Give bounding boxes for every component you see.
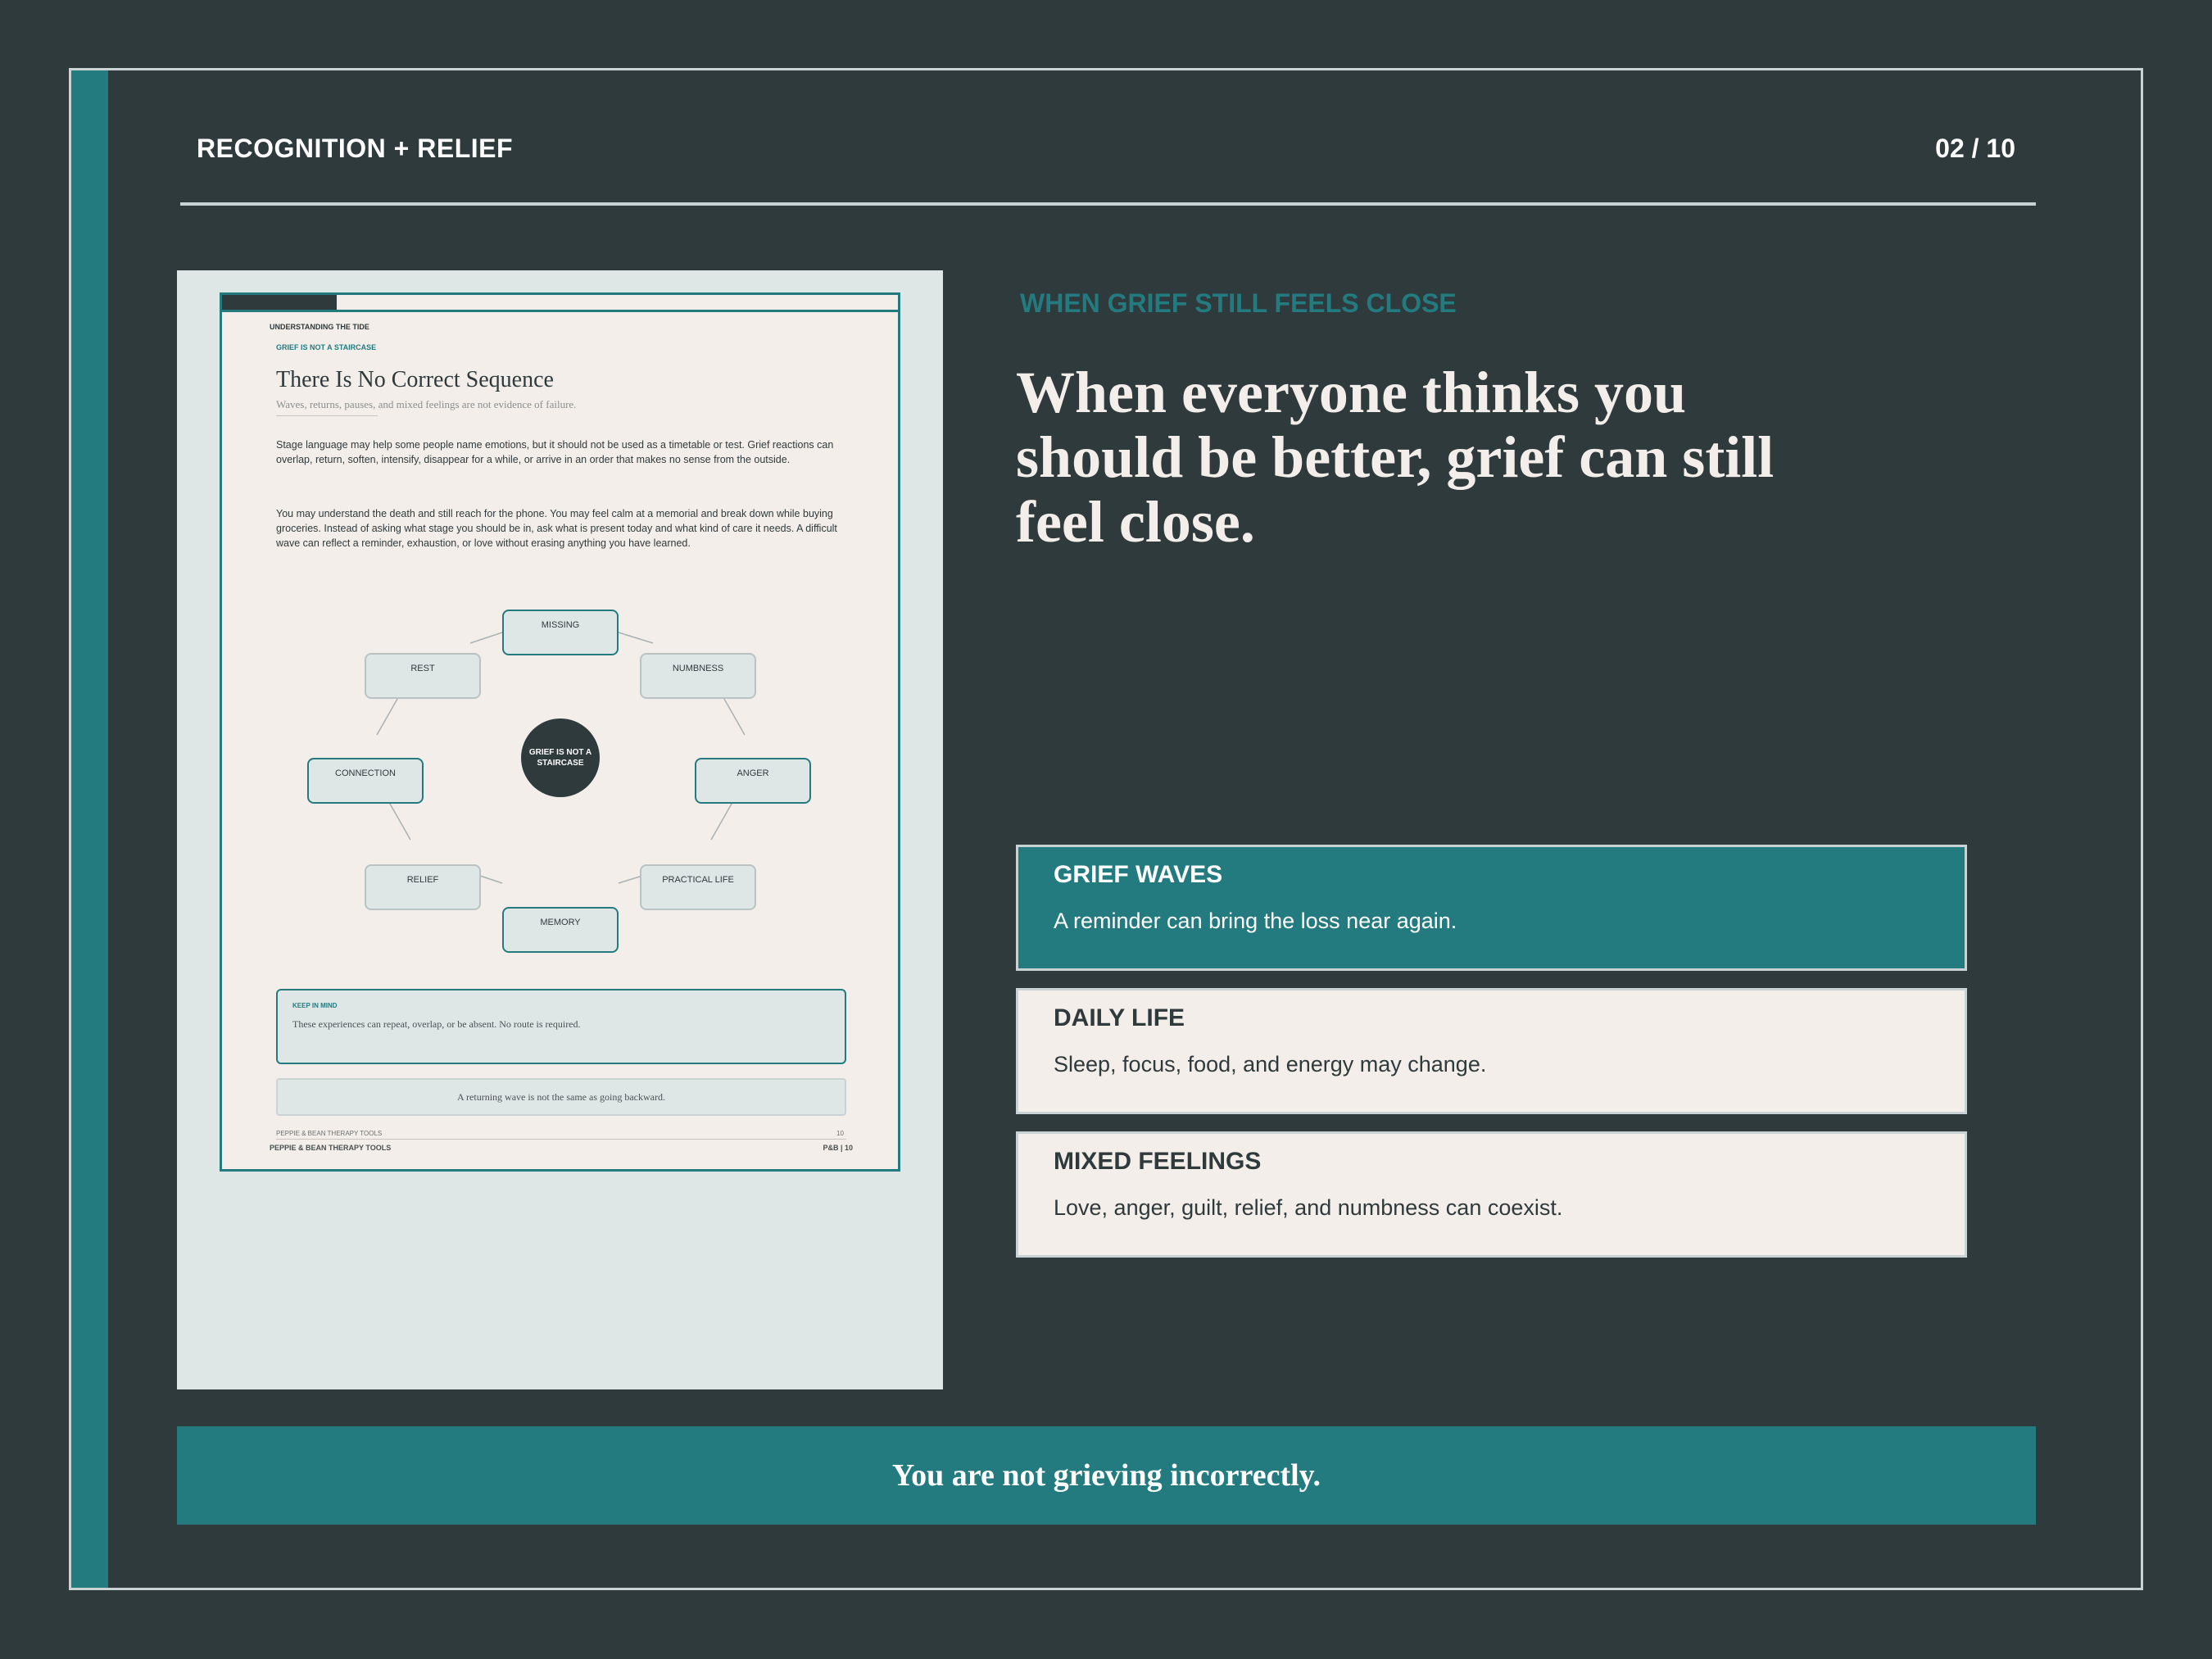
sheet-subkicker: GRIEF IS NOT A STAIRCASE xyxy=(276,343,377,351)
header-divider xyxy=(180,202,2036,206)
keep-in-mind-box: KEEP IN MIND These experiences can repea… xyxy=(276,989,846,1064)
sheet-paragraph: You may understand the death and still r… xyxy=(276,508,837,549)
card-title: DAILY LIFE xyxy=(1054,1004,1185,1031)
keep-in-mind-label: KEEP IN MIND xyxy=(292,1002,338,1009)
quote-strip: A returning wave is not the same as goin… xyxy=(276,1078,846,1116)
page-counter: 02 / 10 xyxy=(1935,134,2015,163)
card-title: MIXED FEELINGS xyxy=(1054,1148,1262,1175)
sheet-title: There Is No Correct Sequence xyxy=(276,367,554,392)
diagram-node-rest: REST xyxy=(365,653,481,699)
card-text: A reminder can bring the loss near again… xyxy=(1054,909,1457,933)
diagram-node-memory: MEMORY xyxy=(502,907,619,953)
diagram-center-hub: GRIEF IS NOT A STAIRCASE xyxy=(521,718,600,797)
card-daily-life: DAILY LIFE Sleep, focus, food, and energ… xyxy=(1016,988,1967,1114)
diagram-node-missing: MISSING xyxy=(502,610,619,655)
inner-footer-rule xyxy=(276,1139,846,1140)
sheet-footer-page: P&B | 10 xyxy=(823,1144,853,1152)
inner-footer-brand: PEPPIE & BEAN THERAPY TOOLS xyxy=(276,1130,383,1137)
diagram-center-label: GRIEF IS NOT A STAIRCASE xyxy=(528,748,592,768)
diagram-node-anger: ANGER xyxy=(695,758,811,804)
card-text: Love, anger, guilt, relief, and numbness… xyxy=(1054,1195,1563,1220)
card-grief-waves: GRIEF WAVES A reminder can bring the los… xyxy=(1016,845,1967,971)
connector-line xyxy=(618,632,654,644)
card-title: GRIEF WAVES xyxy=(1054,861,1223,888)
headline: When everyone thinks you should be bette… xyxy=(1016,360,1775,555)
sheet-subtitle-rule xyxy=(276,415,378,416)
sheet-top-rule xyxy=(222,310,898,312)
card-mixed-feelings: MIXED FEELINGS Love, anger, guilt, relie… xyxy=(1016,1131,1967,1258)
card-text: Sleep, focus, food, and energy may chang… xyxy=(1054,1052,1487,1077)
sheet-kicker: UNDERSTANDING THE TIDE xyxy=(270,323,369,331)
closing-banner: You are not grieving incorrectly. xyxy=(177,1426,2036,1525)
content-kicker: WHEN GRIEF STILL FEELS CLOSE xyxy=(1020,288,1457,318)
sheet-footer-brand: PEPPIE & BEAN THERAPY TOOLS xyxy=(270,1144,392,1152)
section-kicker: RECOGNITION + RELIEF xyxy=(197,134,514,163)
diagram-node-practical-life: PRACTICAL LIFE xyxy=(640,864,756,910)
diagram-node-relief: RELIEF xyxy=(365,864,481,910)
keep-in-mind-text: These experiences can repeat, overlap, o… xyxy=(292,1018,581,1030)
connector-line xyxy=(469,632,503,644)
document-preview: UNDERSTANDING THE TIDE GRIEF IS NOT A ST… xyxy=(177,270,943,1389)
diagram-node-connection: CONNECTION xyxy=(307,758,424,804)
worksheet-page: UNDERSTANDING THE TIDE GRIEF IS NOT A ST… xyxy=(220,292,900,1172)
inner-footer-page: 10 xyxy=(836,1130,844,1137)
sheet-subtitle: Waves, returns, pauses, and mixed feelin… xyxy=(276,398,577,410)
sheet-paragraph: Stage language may help some people name… xyxy=(276,439,834,465)
sheet-tab xyxy=(222,295,337,310)
diagram-node-numbness: NUMBNESS xyxy=(640,653,756,699)
